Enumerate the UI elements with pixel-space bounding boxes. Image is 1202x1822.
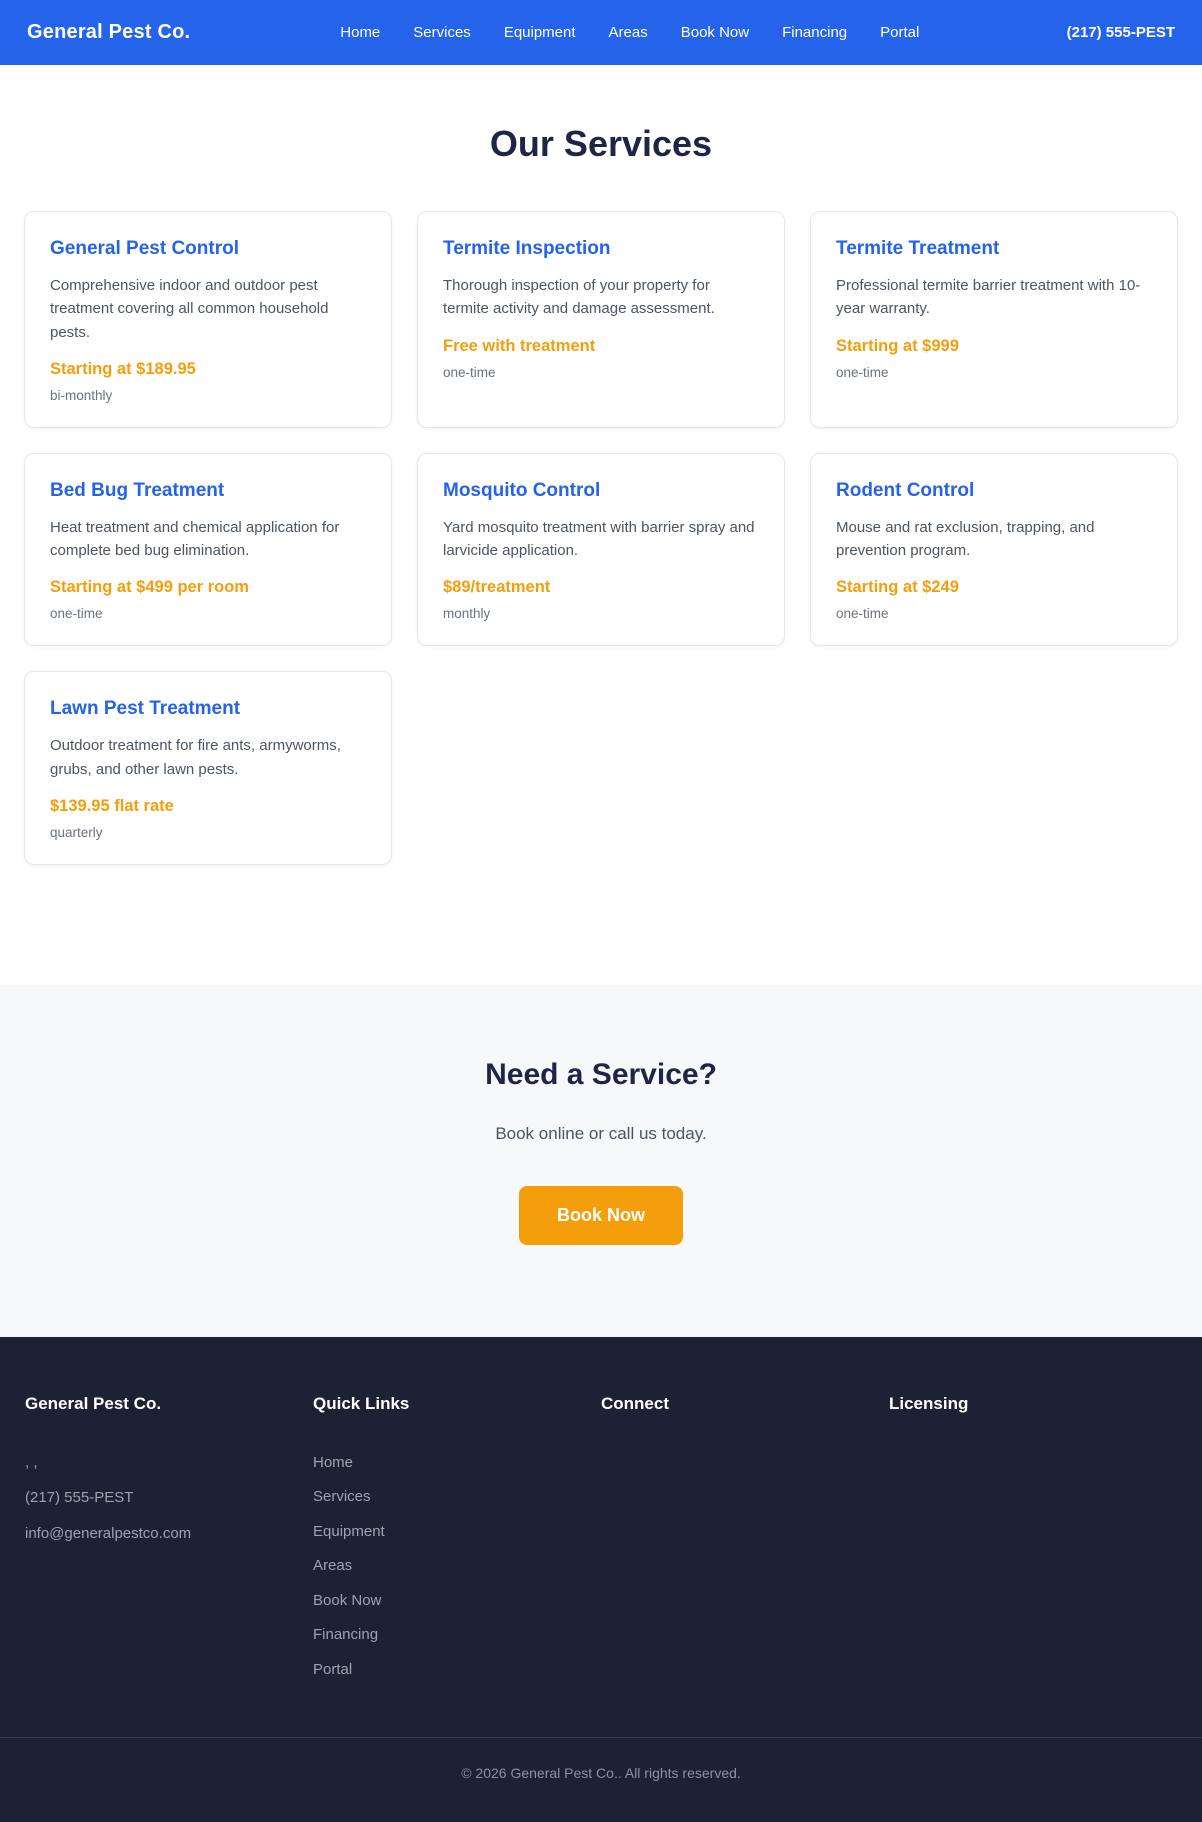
- service-frequency: monthly: [443, 606, 491, 622]
- footer-link-book-now[interactable]: Book Now: [313, 1592, 381, 1609]
- services-section: Our Services General Pest Control Compre…: [0, 65, 1202, 925]
- service-name: General Pest Control: [50, 238, 239, 259]
- footer-phone: (217) 555-PEST: [25, 1489, 134, 1507]
- service-card-termite-treatment: Termite Treatment Professional termite b…: [810, 211, 1178, 428]
- service-card-mosquito-control: Mosquito Control Yard mosquito treatment…: [417, 452, 785, 647]
- service-card-bed-bug-treatment: Bed Bug Treatment Heat treatment and che…: [24, 452, 392, 647]
- service-frequency: bi-monthly: [50, 387, 113, 403]
- service-description: Heat treatment and chemical application …: [50, 518, 340, 559]
- book-now-button[interactable]: Book Now: [519, 1185, 683, 1245]
- service-name: Termite Inspection: [443, 238, 611, 259]
- service-card-grid: General Pest Control Comprehensive indoo…: [0, 211, 1202, 865]
- nav-item-equipment[interactable]: Equipment: [504, 24, 576, 41]
- brand-logo: General Pest Co.: [27, 21, 191, 43]
- service-frequency: one-time: [836, 606, 889, 622]
- footer-licensing-heading: Licensing: [889, 1393, 969, 1413]
- site-footer: General Pest Co. , , (217) 555-PEST info…: [0, 1336, 1202, 1822]
- service-frequency: one-time: [50, 606, 103, 622]
- footer-col-contact: General Pest Co. , , (217) 555-PEST info…: [25, 1394, 313, 1692]
- footer-link-financing[interactable]: Financing: [313, 1626, 378, 1643]
- service-description: Outdoor treatment for fire ants, armywor…: [50, 737, 341, 778]
- footer-col-connect: Connect: [601, 1394, 889, 1692]
- service-frequency: one-time: [443, 364, 496, 380]
- service-price: Starting at $499 per room: [50, 578, 249, 597]
- footer-brand-heading: General Pest Co.: [25, 1393, 162, 1413]
- service-price: Starting at $189.95: [50, 359, 196, 378]
- footer-copyright: © 2026 General Pest Co.. All rights rese…: [0, 1737, 1202, 1822]
- nav-item-portal[interactable]: Portal: [880, 24, 919, 41]
- nav-item-financing[interactable]: Financing: [782, 24, 847, 41]
- footer-columns: General Pest Co. , , (217) 555-PEST info…: [0, 1394, 1202, 1692]
- footer-link-portal[interactable]: Portal: [313, 1661, 352, 1678]
- footer-quick-links-heading: Quick Links: [313, 1393, 410, 1413]
- page-title: Our Services: [489, 123, 713, 164]
- footer-email: info@generalpestco.com: [25, 1524, 192, 1542]
- service-price: $139.95 flat rate: [50, 796, 174, 815]
- service-card-rodent-control: Rodent Control Mouse and rat exclusion, …: [810, 452, 1178, 647]
- service-name: Lawn Pest Treatment: [50, 698, 241, 720]
- cta-title: Need a Service?: [485, 1057, 717, 1091]
- service-price: $89/treatment: [443, 578, 551, 597]
- service-name: Bed Bug Treatment: [50, 479, 225, 501]
- nav-item-areas[interactable]: Areas: [609, 24, 648, 41]
- nav-item-book-now[interactable]: Book Now: [681, 24, 749, 41]
- header-phone: (217) 555-PEST: [1066, 24, 1175, 41]
- footer-col-quick-links: Quick Links Home Services Equipment Area…: [313, 1394, 601, 1692]
- footer-link-home[interactable]: Home: [313, 1454, 353, 1471]
- main-nav: Home Services Equipment Areas Book Now F…: [340, 24, 919, 41]
- service-description: Yard mosquito treatment with barrier spr…: [443, 518, 755, 559]
- cta-subtitle: Book online or call us today.: [495, 1123, 707, 1143]
- service-price: Starting at $249: [836, 578, 959, 597]
- service-description: Professional termite barrier treatment w…: [836, 277, 1141, 318]
- footer-col-licensing: Licensing: [889, 1394, 1177, 1692]
- footer-link-areas[interactable]: Areas: [313, 1557, 352, 1574]
- footer-address: , ,: [25, 1453, 38, 1471]
- footer-link-list: Home Services Equipment Areas Book Now F…: [313, 1450, 601, 1683]
- service-name: Rodent Control: [836, 479, 975, 501]
- site-header: General Pest Co. Home Services Equipment…: [0, 0, 1202, 65]
- service-card-general-pest-control: General Pest Control Comprehensive indoo…: [24, 211, 392, 428]
- nav-item-home[interactable]: Home: [340, 24, 380, 41]
- service-description: Thorough inspection of your property for…: [443, 277, 715, 318]
- service-frequency: one-time: [836, 364, 889, 380]
- service-name: Mosquito Control: [443, 479, 601, 501]
- service-price: Starting at $999: [836, 336, 959, 355]
- service-name: Termite Treatment: [836, 238, 1000, 259]
- service-description: Comprehensive indoor and outdoor pest tr…: [50, 277, 329, 341]
- footer-connect-heading: Connect: [601, 1393, 669, 1413]
- nav-item-services[interactable]: Services: [413, 24, 471, 41]
- service-card-termite-inspection: Termite Inspection Thorough inspection o…: [417, 211, 785, 428]
- service-frequency: quarterly: [50, 824, 103, 840]
- service-card-lawn-pest-treatment: Lawn Pest Treatment Outdoor treatment fo…: [24, 671, 392, 865]
- service-description: Mouse and rat exclusion, trapping, and p…: [836, 518, 1095, 559]
- footer-link-equipment[interactable]: Equipment: [313, 1523, 385, 1540]
- cta-section: Need a Service? Book online or call us t…: [0, 984, 1202, 1337]
- footer-link-services[interactable]: Services: [313, 1488, 371, 1505]
- service-price: Free with treatment: [443, 336, 596, 355]
